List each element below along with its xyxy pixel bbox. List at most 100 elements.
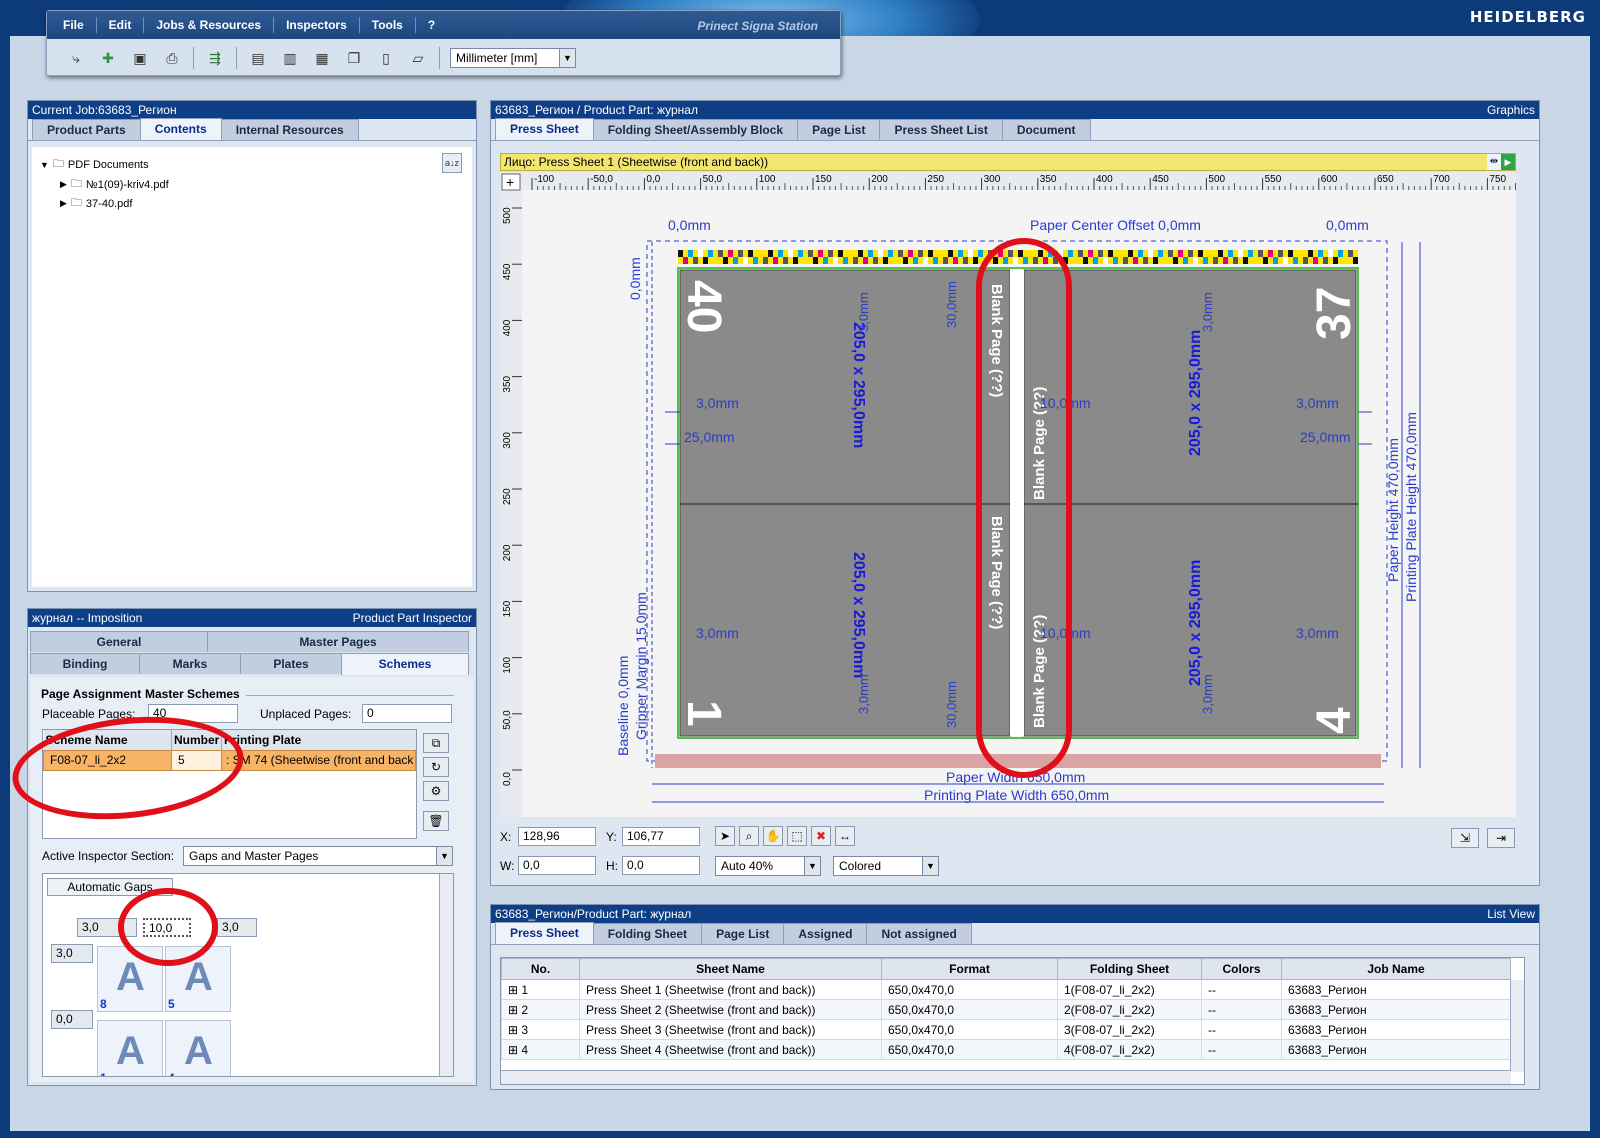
unplaced-pages-field[interactable]: 0	[362, 704, 452, 723]
column-header[interactable]: No.	[501, 958, 580, 980]
blank-page-icon[interactable]: ▱	[407, 47, 429, 69]
refresh-scheme-icon[interactable]: ↻	[423, 757, 449, 777]
next-side-icon[interactable]: ▶	[1501, 154, 1515, 170]
press-sheet-drawing[interactable]: + -100 -50,0 0,0 50,0 100 150 200 250 300 350 400 4…	[500, 172, 1516, 817]
delete-icon[interactable]: 🗑	[423, 811, 449, 831]
chevron-down-icon[interactable]: ▼	[559, 49, 575, 67]
open-job-icon[interactable]: ⤷	[65, 47, 87, 69]
gap-field[interactable]: 3,0	[217, 918, 257, 937]
tab-press-sheet[interactable]: Press Sheet	[495, 118, 594, 140]
x-field[interactable]: 128,96	[518, 827, 596, 846]
table-row[interactable]: ⊞ 4 Press Sheet 4 (Sheetwise (front and b…	[501, 1039, 1511, 1060]
chevron-down-icon[interactable]: ▼	[922, 857, 938, 875]
menu-help[interactable]: ?	[416, 17, 447, 33]
spellcheck-icon[interactable]: ▤	[247, 47, 269, 69]
horizontal-scrollbar[interactable]	[501, 1070, 1511, 1084]
column-header[interactable]: Job Name	[1281, 958, 1511, 980]
column-header[interactable]: Folding Sheet	[1057, 958, 1202, 980]
tab-page-list[interactable]: Page List	[797, 119, 881, 140]
tab-folding-sheet[interactable]: Folding Sheet	[592, 923, 703, 944]
page-thumbnail[interactable]: A 8	[97, 946, 163, 1012]
tree-root[interactable]: ▼ 🗀 PDF Documents	[40, 155, 149, 174]
tab-general[interactable]: General	[30, 631, 208, 652]
expand-icon[interactable]: ▼	[40, 160, 49, 170]
sheet-canvas[interactable]: + -100 -50,0 0,0 50,0 100 150 200 250 300 350 400 4…	[500, 172, 1516, 817]
column-header[interactable]: Scheme Name	[43, 730, 172, 750]
tree-item[interactable]: ▶ 🗀 37-40.pdf	[60, 194, 132, 213]
zoom-select[interactable]: Auto 40% ▼	[715, 856, 821, 876]
menu-file[interactable]: File	[51, 17, 97, 33]
column-header[interactable]: Colors	[1201, 958, 1282, 980]
collapse-icon[interactable]: ▶	[60, 179, 67, 190]
book-icon[interactable]: ❐	[343, 47, 365, 69]
flip-side-icon[interactable]: ⇹	[1487, 154, 1501, 170]
page-icon[interactable]: ▯	[375, 47, 397, 69]
color-mode-select[interactable]: Colored ▼	[833, 856, 939, 876]
placeable-pages-field[interactable]: 40	[148, 704, 238, 723]
gap-field[interactable]: 3,0	[51, 944, 93, 963]
measure-icon[interactable]: ↔	[835, 826, 855, 846]
tab-not-assigned[interactable]: Not assigned	[866, 923, 972, 944]
vertical-scrollbar[interactable]	[439, 874, 453, 1076]
gap-field[interactable]: 0,0	[51, 1010, 93, 1029]
table-row[interactable]: ⊞ 2 Press Sheet 2 (Sheetwise (front and b…	[501, 999, 1511, 1020]
tab-contents[interactable]: Contents	[139, 118, 222, 140]
page-thumbnail[interactable]: A 5	[165, 946, 231, 1012]
new-job-icon[interactable]: ✚	[97, 47, 119, 69]
pan-hand-icon[interactable]: ✋	[763, 826, 783, 846]
zoom-icon[interactable]: ⌕	[739, 826, 759, 846]
crop-icon[interactable]: ⬚	[787, 826, 807, 846]
tab-schemes[interactable]: Schemes	[341, 653, 469, 675]
table-row[interactable]: ⊞ 1 Press Sheet 1 (Sheetwise (front and b…	[501, 979, 1511, 1000]
vertical-scrollbar[interactable]	[1510, 980, 1524, 1072]
scheme-settings-icon[interactable]: ⚙	[423, 781, 449, 801]
tab-document[interactable]: Document	[1001, 119, 1091, 140]
tab-assigned[interactable]: Assigned	[783, 923, 868, 944]
column-header[interactable]: Number	[171, 730, 222, 750]
tab-internal-resources[interactable]: Internal Resources	[220, 119, 359, 140]
chevron-down-icon[interactable]: ▼	[804, 857, 820, 875]
w-field[interactable]: 0,0	[518, 856, 596, 875]
h-field[interactable]: 0,0	[622, 856, 700, 875]
menu-edit[interactable]: Edit	[97, 17, 145, 33]
column-header[interactable]: Printing Plate	[222, 730, 416, 750]
menu-inspectors[interactable]: Inspectors	[274, 17, 360, 33]
table-row[interactable]: F08-07_li_2x2 5 : SM 74 (Sheetwise (fron…	[43, 749, 416, 771]
tab-press-sheet-list[interactable]: Press Sheet List	[879, 119, 1003, 140]
fit-width-icon[interactable]: ⇲	[1451, 828, 1479, 848]
fit-page-icon[interactable]: ⇥	[1487, 828, 1515, 848]
table-row[interactable]: ⊞ 3 Press Sheet 3 (Sheetwise (front and b…	[501, 1019, 1511, 1040]
tab-marks[interactable]: Marks	[139, 653, 241, 674]
sort-az-icon[interactable]: a↓z	[442, 153, 462, 173]
tab-master-pages[interactable]: Master Pages	[207, 631, 469, 652]
collapse-icon[interactable]: ▶	[60, 198, 67, 209]
gap-field[interactable]: 3,0	[77, 918, 137, 937]
units-select[interactable]: Millimeter [mm] ▼	[450, 48, 576, 68]
zip-file-icon[interactable]: ▦	[311, 47, 333, 69]
active-section-select[interactable]: Gaps and Master Pages ▼	[183, 846, 453, 866]
y-field[interactable]: 106,77	[622, 827, 700, 846]
tree-item[interactable]: ▶ 🗀 №1(09)-kriv4.pdf	[60, 175, 169, 194]
tab-page-list[interactable]: Page List	[701, 923, 785, 944]
tab-press-sheet[interactable]: Press Sheet	[495, 922, 594, 944]
save-icon[interactable]: ▣	[129, 47, 151, 69]
print-icon[interactable]: ⎙	[161, 47, 183, 69]
column-header[interactable]: Format	[881, 958, 1058, 980]
tab-product-parts[interactable]: Product Parts	[32, 119, 141, 140]
document-list-icon[interactable]: ▥	[279, 47, 301, 69]
page-left[interactable]	[679, 269, 1011, 737]
gap-field-center[interactable]: 10,0	[143, 918, 191, 937]
tab-binding[interactable]: Binding	[30, 653, 140, 674]
tab-folding-sheet-assembly[interactable]: Folding Sheet/Assembly Block	[592, 119, 799, 140]
column-header[interactable]: Sheet Name	[579, 958, 882, 980]
tab-plates[interactable]: Plates	[240, 653, 342, 674]
output-icon[interactable]: ⇶	[204, 47, 226, 69]
scheme-number-cell[interactable]: 5	[171, 749, 222, 771]
chevron-down-icon[interactable]: ▼	[436, 847, 452, 865]
page-thumbnail[interactable]: A 1	[97, 1020, 163, 1076]
page-thumbnail[interactable]: A 4	[165, 1020, 231, 1076]
select-arrow-icon[interactable]: ➤	[715, 826, 735, 846]
add-scheme-icon[interactable]: ⧉	[423, 733, 449, 753]
menu-tools[interactable]: Tools	[360, 17, 416, 33]
menu-jobs-resources[interactable]: Jobs & Resources	[144, 17, 275, 33]
